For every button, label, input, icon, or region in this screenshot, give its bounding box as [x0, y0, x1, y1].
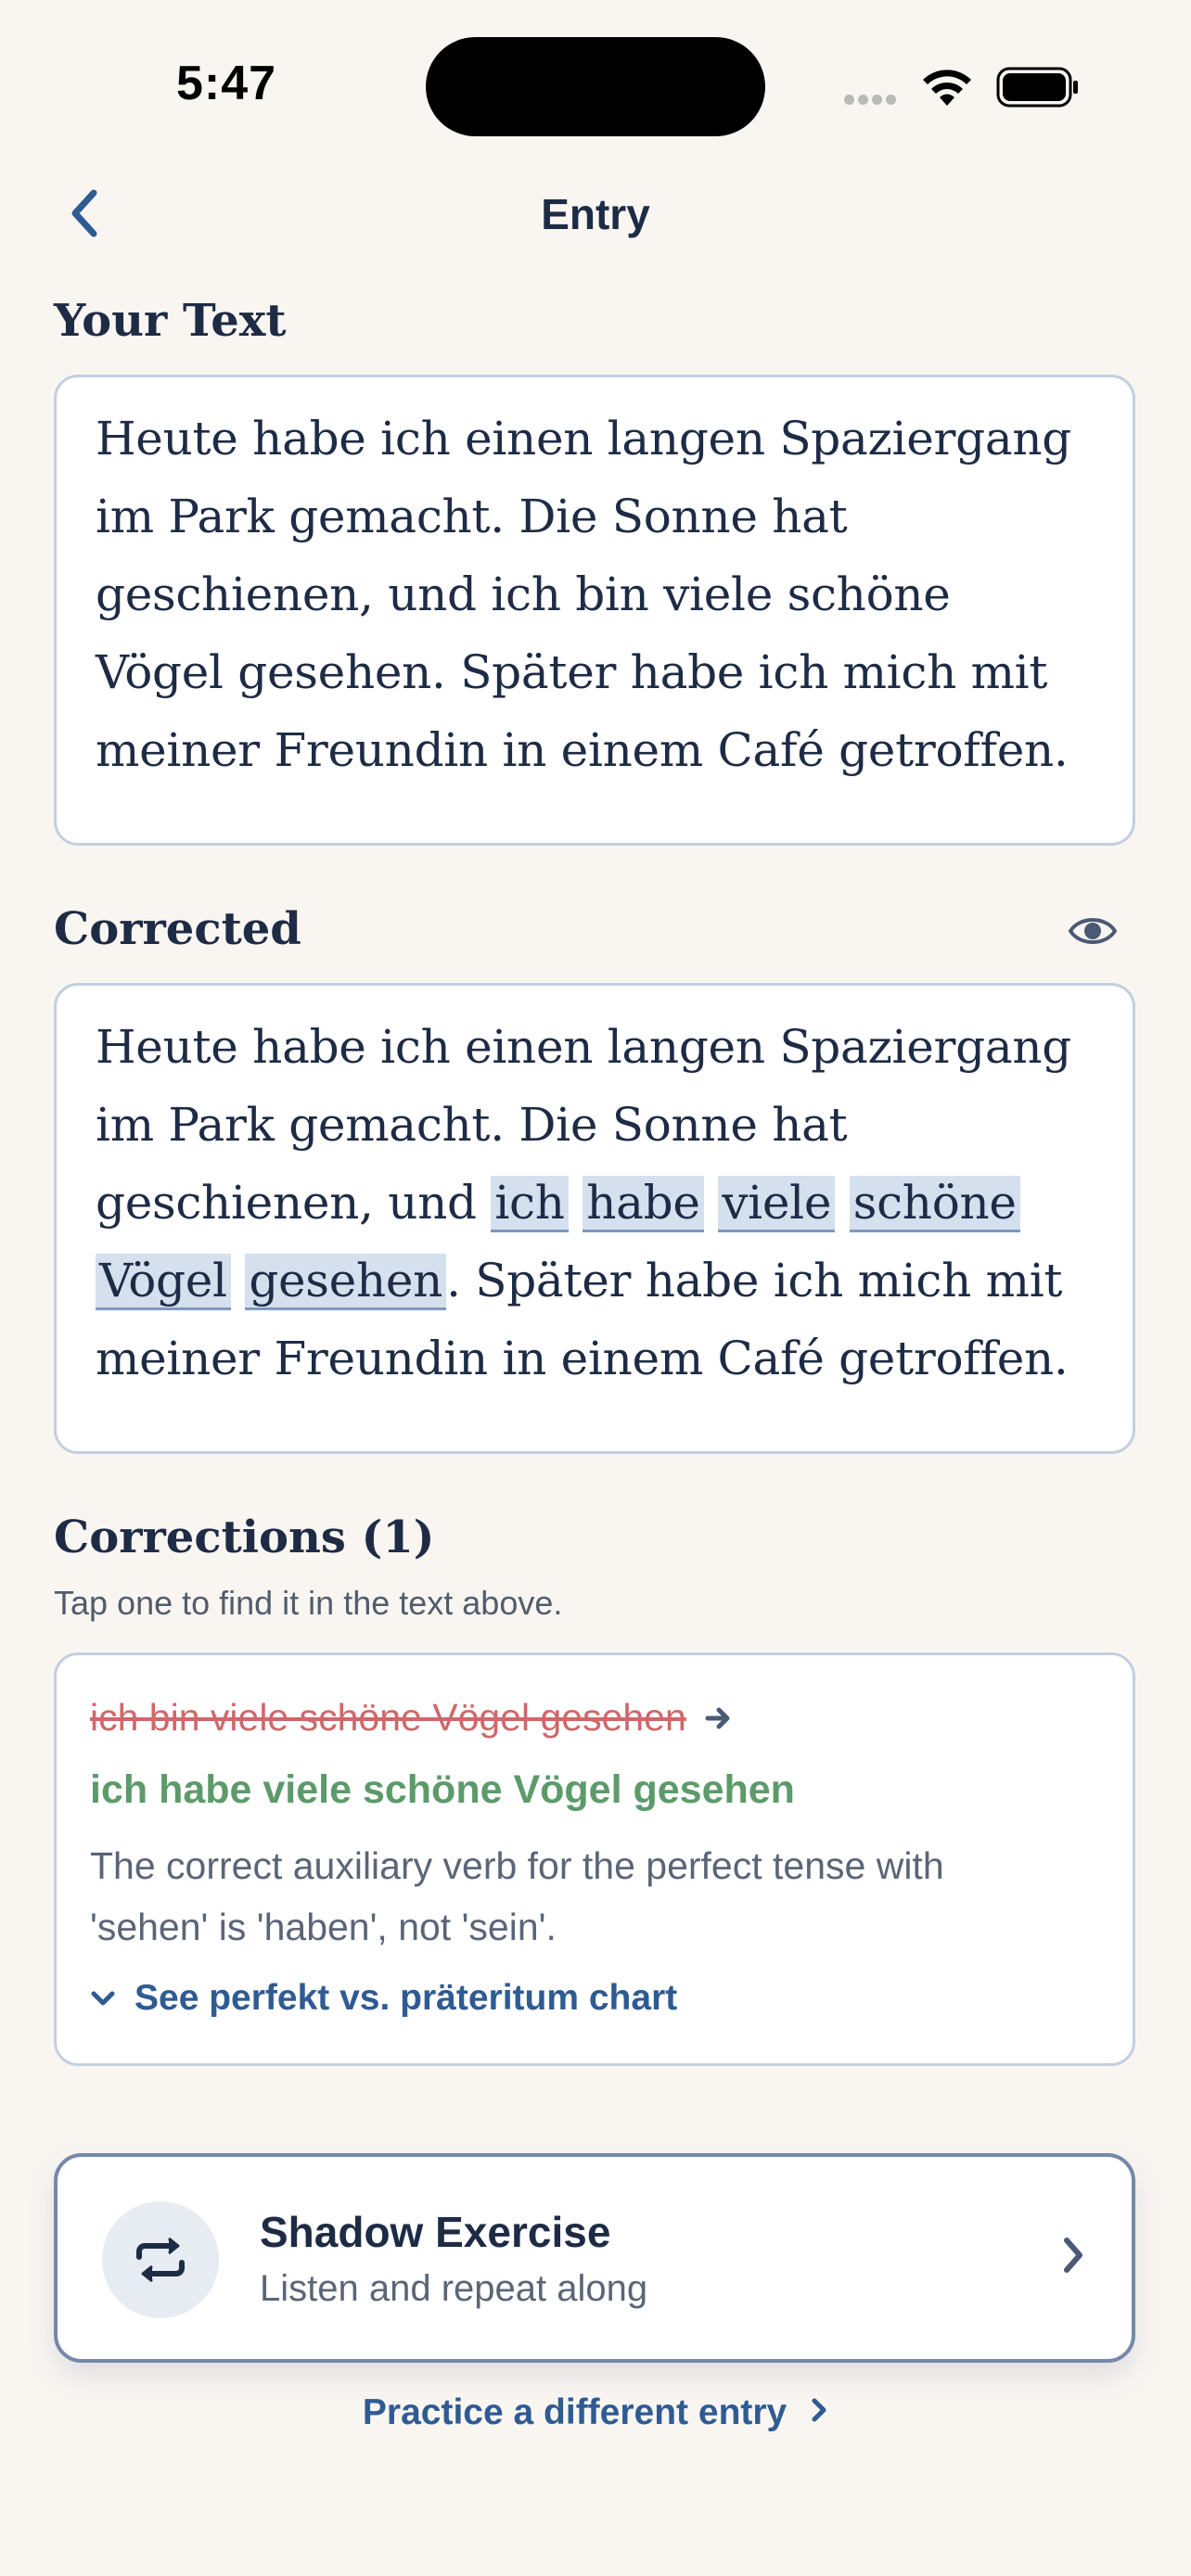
- text-line: im Park gemacht. Die Sonne hat: [96, 490, 848, 543]
- highlighted-word[interactable]: gesehen: [245, 1254, 447, 1310]
- text-line: Vögel gesehen. Später habe ich mich mit: [96, 1242, 1095, 1320]
- status-time: 5:47: [176, 57, 277, 110]
- corrections-heading: Corrections (1): [54, 1511, 435, 1563]
- nav-bar: Entry: [0, 176, 1191, 250]
- text-line: Heute habe ich einen langen Spaziergang: [96, 412, 1071, 465]
- your-text-heading: Your Text: [54, 295, 287, 347]
- text-segment: . Später habe ich mich mit: [446, 1254, 1063, 1307]
- text-line: geschienen, und ich bin viele schöne: [96, 567, 951, 621]
- your-text-body: Heute habe ich einen langen Spaziergang …: [57, 377, 1133, 789]
- explanation-line: 'sehen' is 'haben', not 'sein'.: [90, 1906, 557, 1948]
- highlighted-word[interactable]: Vögel: [96, 1254, 231, 1310]
- chevron-right-icon: [1064, 2238, 1082, 2273]
- highlighted-word[interactable]: schöne: [849, 1176, 1020, 1232]
- text-segment: geschienen, und: [96, 1176, 492, 1230]
- text-line: im Park gemacht. Die Sonne hat: [96, 1098, 848, 1152]
- your-text-card: Heute habe ich einen langen Spaziergang …: [54, 375, 1135, 846]
- corrected-card: Heute habe ich einen langen Spaziergang …: [54, 983, 1135, 1454]
- explanation-line: The correct auxiliary verb for the perfe…: [90, 1844, 944, 1887]
- correction-item[interactable]: ich bin viele schöne Vögel gesehen ich h…: [54, 1652, 1135, 2066]
- wifi-icon: [923, 70, 971, 106]
- original-phrase: ich bin viele schöne Vögel gesehen: [90, 1696, 686, 1739]
- chart-link-label: See perfekt vs. präteritum chart: [134, 1978, 678, 2018]
- shadow-exercise-button[interactable]: Shadow Exercise Listen and repeat along: [54, 2153, 1135, 2363]
- corrected-body: Heute habe ich einen langen Spaziergang …: [57, 986, 1133, 1397]
- text-line: Heute habe ich einen langen Spaziergang: [96, 1020, 1071, 1074]
- cellular-signal-icon: [844, 93, 907, 106]
- chart-link[interactable]: See perfekt vs. präteritum chart: [90, 1978, 1099, 2019]
- practice-link-label: Practice a different entry: [362, 2391, 788, 2432]
- corrected-phrase: ich habe viele schöne Vögel gesehen: [90, 1767, 795, 1812]
- practice-different-entry-link[interactable]: Practice a different entry: [0, 2391, 1191, 2433]
- original-phrase-row: ich bin viele schöne Vögel gesehen: [90, 1696, 1099, 1740]
- arrow-right-icon: [705, 1704, 733, 1732]
- text-line: geschienen, und ich habe viele schöne: [96, 1164, 1095, 1242]
- dynamic-island: [426, 37, 765, 136]
- chevron-right-icon: [810, 2392, 828, 2433]
- shadow-exercise-title: Shadow Exercise: [260, 2208, 611, 2256]
- highlighted-word[interactable]: habe: [583, 1176, 704, 1232]
- corrections-hint: Tap one to find it in the text above.: [54, 1584, 563, 1622]
- status-bar: 5:47: [0, 0, 1191, 176]
- corrected-heading: Corrected: [54, 903, 301, 955]
- highlighted-word[interactable]: viele: [718, 1176, 836, 1232]
- chevron-down-icon: [90, 1989, 116, 2008]
- repeat-icon: [102, 2201, 219, 2318]
- highlighted-word[interactable]: ich: [491, 1176, 569, 1232]
- correction-explanation: The correct auxiliary verb for the perfe…: [90, 1835, 1099, 1958]
- text-line: meiner Freundin in einem Café getroffen.: [96, 1332, 1069, 1385]
- text-line: Vögel gesehen. Später habe ich mich mit: [96, 645, 1048, 699]
- page-title: Entry: [541, 190, 650, 238]
- eye-icon[interactable]: [1069, 912, 1117, 950]
- text-line: meiner Freundin in einem Café getroffen.: [96, 723, 1069, 777]
- battery-icon: [996, 67, 1078, 108]
- shadow-exercise-subtitle: Listen and repeat along: [260, 2268, 648, 2309]
